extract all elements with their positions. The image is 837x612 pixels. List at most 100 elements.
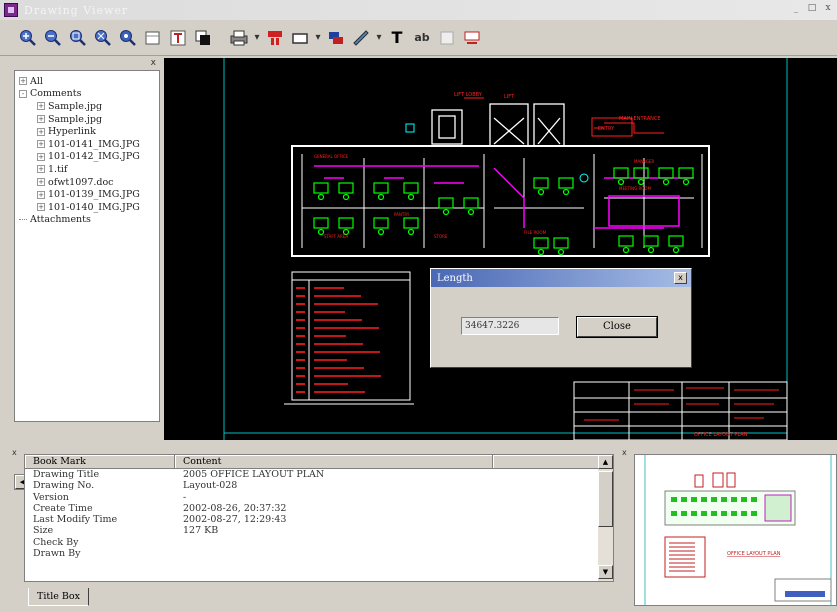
- grid-row[interactable]: Drawing No. Layout-028: [25, 480, 613, 491]
- tree-item[interactable]: +101-0142_IMG.JPG: [19, 151, 159, 164]
- grid-row[interactable]: Create Time 2002-08-26, 20:37:32: [25, 503, 613, 514]
- stamp-button[interactable]: [326, 28, 346, 48]
- dropdown-arrow[interactable]: ▾: [315, 32, 321, 43]
- grid-row[interactable]: Check By: [25, 537, 613, 548]
- grid-vertical-scrollbar[interactable]: ▲ ▼: [598, 455, 613, 581]
- dropdown-arrow[interactable]: ▾: [254, 32, 260, 43]
- pane-close-icon[interactable]: x: [12, 448, 17, 457]
- svg-text:STAFF AREA: STAFF AREA: [324, 234, 348, 239]
- tree-item[interactable]: + ofwt1097.doc: [19, 176, 159, 189]
- minimize-button[interactable]: _: [789, 3, 803, 15]
- scroll-up-icon[interactable]: ▲: [598, 455, 613, 469]
- grid-value-cell: [175, 548, 183, 559]
- title-box-grid: Book Mark Content Drawing Title 2005 OFFI…: [24, 454, 614, 582]
- grid-row[interactable]: Size 127 KB: [25, 525, 613, 536]
- app-icon: [4, 3, 18, 17]
- collapse-icon[interactable]: -: [19, 89, 27, 98]
- svg-text:PANTRY: PANTRY: [394, 212, 410, 217]
- window-title: Drawing Viewer: [24, 3, 129, 17]
- length-value-field[interactable]: 34647.3226: [461, 317, 559, 335]
- grid-row[interactable]: Last Modify Time 2002-08-27, 12:29:43: [25, 514, 613, 525]
- grid-key-cell: Last Modify Time: [33, 514, 118, 526]
- select-icon: [145, 31, 160, 44]
- tree-item[interactable]: - Comments: [19, 88, 159, 101]
- zoom-realtime-button[interactable]: [118, 28, 138, 48]
- column-header-bookmark[interactable]: Book Mark: [25, 455, 175, 468]
- pane-close-icon[interactable]: x: [151, 58, 156, 68]
- grid-row[interactable]: Drawing Title 2005 OFFICE LAYOUT PLAN: [25, 469, 613, 480]
- tree-item[interactable]: + Hyperlink: [19, 125, 159, 138]
- compare-button[interactable]: [437, 28, 457, 48]
- expand-icon[interactable]: +: [37, 152, 45, 161]
- grid-key-cell: Drawn By: [33, 548, 81, 560]
- svg-text:MANAGER: MANAGER: [634, 159, 654, 164]
- markup-button[interactable]: [265, 28, 285, 48]
- dropdown-arrow[interactable]: ▾: [376, 32, 382, 43]
- scroll-thumb[interactable]: [598, 471, 613, 527]
- tree-item-label: 101-0141_IMG.JPG: [48, 138, 140, 150]
- tree-item[interactable]: +1.tif: [19, 163, 159, 176]
- expand-icon[interactable]: +: [19, 77, 27, 86]
- dialog-close-icon[interactable]: x: [674, 272, 687, 284]
- tree-item[interactable]: +101-0140_IMG.JPG: [19, 201, 159, 214]
- column-header-content[interactable]: Content: [175, 455, 493, 468]
- print-icon: [230, 30, 248, 45]
- drawing-canvas[interactable]: ENTRY LIFT LOBBY LIFT MAIN ENTRANCE GENE…: [164, 58, 837, 440]
- rectangle-button[interactable]: [290, 28, 310, 48]
- expand-icon[interactable]: +: [37, 165, 45, 174]
- grid-value-cell: 2005 OFFICE LAYOUT PLAN: [183, 469, 325, 480]
- grid-row[interactable]: Version -: [25, 492, 613, 503]
- grid-value-cell: -: [183, 491, 187, 503]
- snapshot-button[interactable]: [462, 28, 482, 48]
- layer-icon: [195, 30, 210, 45]
- svg-text:MAIN ENTRANCE: MAIN ENTRANCE: [619, 116, 661, 122]
- zoom-in-icon: [20, 29, 36, 46]
- close-button[interactable]: Close: [576, 316, 658, 338]
- expand-icon[interactable]: +: [37, 127, 45, 136]
- tree-item-label: Sample.jpg: [48, 113, 103, 125]
- text-button[interactable]: T: [387, 28, 407, 48]
- rectangle-icon: [292, 32, 308, 44]
- expand-icon[interactable]: +: [37, 178, 45, 187]
- grid-key-cell: Drawing No.: [33, 480, 95, 492]
- tree-item-label: All: [30, 75, 43, 87]
- scroll-down-icon[interactable]: ▼: [598, 565, 613, 579]
- tree-item-label: Sample.jpg: [48, 100, 103, 112]
- tree-item[interactable]: +101-0139_IMG.JPG: [19, 188, 159, 201]
- properties-pane: x Book Mark Content Drawing Title 2005 OF…: [6, 446, 614, 612]
- drawing-thumbnail[interactable]: OFFICE LAYOUT PLAN: [634, 454, 837, 606]
- thumbnail-drawing: OFFICE LAYOUT PLAN: [644, 455, 832, 605]
- zoom-window-button[interactable]: [68, 28, 88, 48]
- expand-icon[interactable]: +: [37, 115, 45, 124]
- zoom-out-button[interactable]: [43, 28, 63, 48]
- find-button[interactable]: ab: [412, 28, 432, 48]
- print-button[interactable]: [229, 28, 249, 48]
- maximize-button[interactable]: □: [805, 3, 819, 15]
- tree-item[interactable]: + All: [19, 75, 159, 88]
- select-button[interactable]: [143, 28, 163, 48]
- window-controls: _ □ x: [789, 3, 835, 15]
- expand-icon[interactable]: +: [37, 190, 45, 199]
- measure-button[interactable]: [351, 28, 371, 48]
- tree-item[interactable]: +101-0141_IMG.JPG: [19, 138, 159, 151]
- expand-icon[interactable]: +: [37, 203, 45, 212]
- tree-item-label: 101-0142_IMG.JPG: [48, 151, 140, 163]
- grid-row[interactable]: Drawn By: [25, 548, 613, 559]
- zoom-fit-button[interactable]: [93, 28, 113, 48]
- find-icon: ab: [414, 31, 430, 44]
- close-window-button[interactable]: x: [821, 3, 835, 15]
- tree-item[interactable]: + Sample.jpg: [19, 100, 159, 113]
- expand-icon[interactable]: +: [37, 140, 45, 149]
- expand-icon[interactable]: +: [37, 102, 45, 111]
- tab-title-box[interactable]: Title Box: [28, 588, 89, 606]
- toolbar: ▾ ▾ ▾ T ab: [0, 20, 837, 56]
- textbox-icon: [170, 30, 186, 45]
- pane-close-icon[interactable]: x: [622, 448, 627, 457]
- layer-button[interactable]: [193, 28, 213, 48]
- tree-item[interactable]: + Sample.jpg: [19, 113, 159, 126]
- tree-item-label: Attachments: [30, 214, 91, 226]
- cad-drawing: ENTRY LIFT LOBBY LIFT MAIN ENTRANCE GENE…: [223, 58, 788, 440]
- zoom-in-button[interactable]: [18, 28, 38, 48]
- textbox-button[interactable]: [168, 28, 188, 48]
- tree-item[interactable]: Attachments: [19, 214, 159, 227]
